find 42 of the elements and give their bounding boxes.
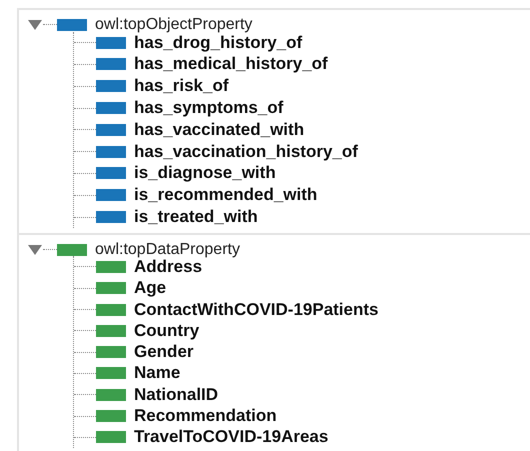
tree-item[interactable]: has_vaccinated_with <box>134 120 304 140</box>
tree-item[interactable]: TravelToCOVID-19Areas <box>134 427 328 448</box>
property-icon <box>96 80 126 92</box>
property-icon <box>96 189 126 202</box>
tree-item[interactable]: NationalID <box>134 384 218 405</box>
property-icon <box>96 282 126 294</box>
property-icon <box>96 410 126 422</box>
property-icon <box>96 346 126 358</box>
property-icon <box>57 18 87 31</box>
tree-item[interactable]: Age <box>134 278 166 298</box>
property-icon <box>96 304 126 316</box>
property-icon <box>96 431 126 444</box>
tree-item[interactable]: has_vaccination_history_of <box>134 142 358 162</box>
tree-item[interactable]: Address <box>134 256 202 277</box>
tree-item[interactable]: has_symptoms_of <box>134 98 284 118</box>
tree-item[interactable]: owl:topObjectProperty <box>95 16 252 34</box>
property-icon <box>96 36 126 49</box>
tree-item[interactable]: Country <box>134 320 200 341</box>
tree-item[interactable]: has_medical_history_of <box>134 54 328 74</box>
tree-item[interactable]: is_diagnose_with <box>134 163 276 184</box>
property-icon <box>57 244 87 256</box>
tree-item[interactable]: has_risk_of <box>134 76 228 96</box>
property-icon <box>96 388 126 401</box>
tree-item[interactable]: is_recommended_with <box>134 185 318 206</box>
tree-item[interactable]: Gender <box>134 342 194 362</box>
property-icon <box>96 367 126 380</box>
property-icon <box>96 211 126 224</box>
tree-item[interactable]: owl:topDataProperty <box>95 240 240 259</box>
tree-item[interactable]: has_drog_history_of <box>134 32 302 53</box>
tree-item[interactable]: Name <box>134 363 180 384</box>
property-icon <box>96 146 126 158</box>
property-icon <box>96 58 126 70</box>
collapse-triangle-icon[interactable] <box>27 18 43 31</box>
tree-item[interactable]: ContactWithCOVID-19Patients <box>134 300 378 320</box>
property-icon <box>96 324 126 337</box>
property-icon <box>96 167 126 180</box>
tree-item[interactable]: is_treated_with <box>134 207 258 228</box>
property-icon <box>96 102 126 114</box>
tree-item[interactable]: Recommendation <box>134 406 277 426</box>
property-icon <box>96 260 126 273</box>
collapse-triangle-icon[interactable] <box>27 244 43 256</box>
property-icon <box>96 124 126 136</box>
